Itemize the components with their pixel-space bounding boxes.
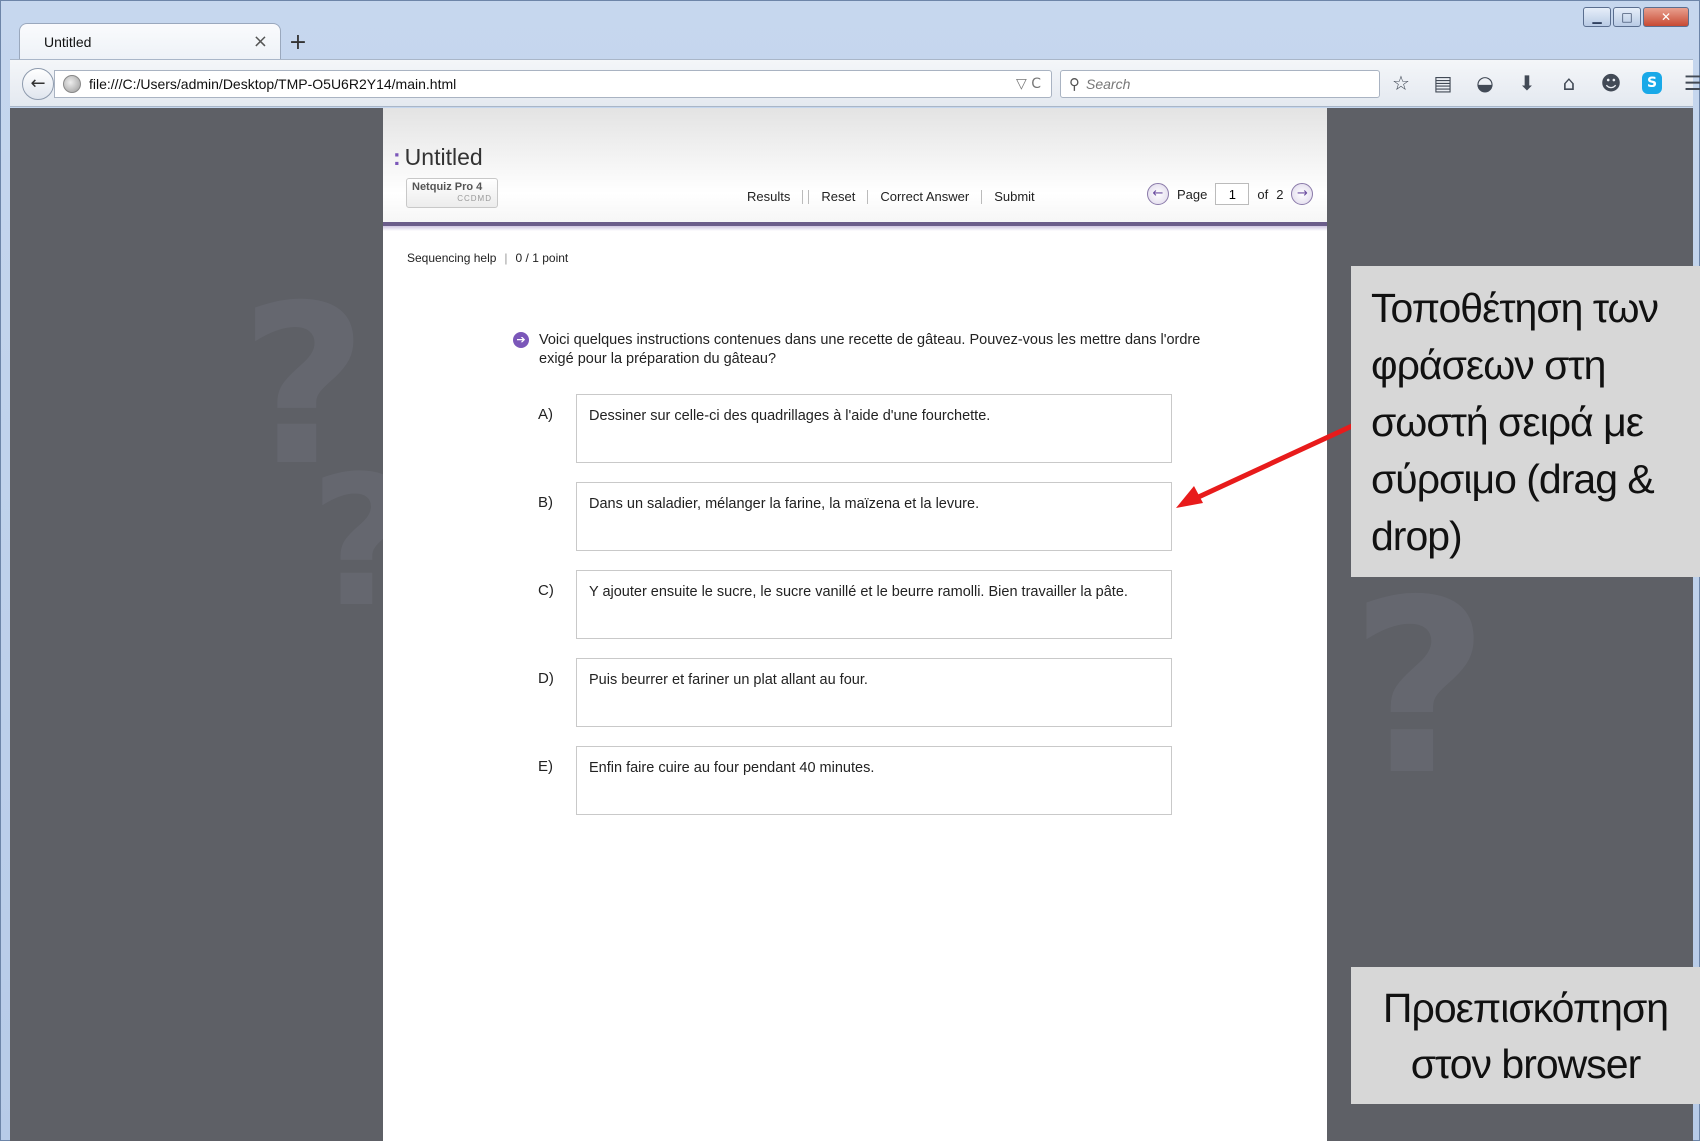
correct-answer-button[interactable]: Correct Answer bbox=[868, 189, 981, 204]
tab-title: Untitled bbox=[44, 33, 92, 50]
list-item: E) Enfin faire cuire au four pendant 40 … bbox=[538, 746, 1172, 815]
chat-icon[interactable]: ☻ bbox=[1600, 70, 1622, 96]
question-text: Voici quelques instructions contenues da… bbox=[539, 332, 1201, 367]
skype-icon[interactable]: S bbox=[1642, 72, 1662, 94]
page-label: Page bbox=[1177, 186, 1208, 202]
url-bar[interactable]: file:///C:/Users/admin/Desktop/TMP-O5U6R… bbox=[54, 70, 1052, 98]
page-total: 2 bbox=[1276, 186, 1284, 202]
sequencing-list: A) Dessiner sur celle-ci des quadrillage… bbox=[538, 394, 1172, 834]
pocket-icon[interactable]: ◒ bbox=[1474, 70, 1496, 96]
item-letter: E) bbox=[538, 758, 553, 775]
reading-list-icon[interactable]: ▤ bbox=[1432, 70, 1454, 96]
url-text[interactable]: file:///C:/Users/admin/Desktop/TMP-O5U6R… bbox=[89, 76, 1016, 92]
title-bullet-icon: : bbox=[393, 144, 401, 170]
tab-untitled[interactable]: Untitled × bbox=[19, 23, 281, 59]
globe-icon bbox=[63, 75, 81, 93]
search-icon: ⚲ bbox=[1069, 75, 1080, 93]
pagination: ← Page 1 of 2 → bbox=[1147, 183, 1314, 205]
window-controls: ▁ □ ✕ bbox=[1583, 7, 1689, 27]
reload-icon[interactable]: ▽ C bbox=[1016, 76, 1041, 92]
search-input[interactable]: ⚲ Search bbox=[1060, 70, 1380, 98]
divider: | bbox=[504, 251, 508, 265]
draggable-item[interactable]: Dans un saladier, mélanger la farine, la… bbox=[576, 482, 1172, 551]
preview-callout: Προεπισκόπηση στον browser bbox=[1351, 967, 1700, 1104]
download-icon[interactable]: ⬇ bbox=[1516, 70, 1538, 96]
list-item: B) Dans un saladier, mélanger la farine,… bbox=[538, 482, 1172, 551]
quiz-title: : Untitled bbox=[393, 144, 483, 171]
page-number-input[interactable]: 1 bbox=[1215, 183, 1250, 205]
question-mark-decoration-icon: ? bbox=[1350, 548, 1490, 828]
draggable-item[interactable]: Enfin faire cuire au four pendant 40 min… bbox=[576, 746, 1172, 815]
item-letter: B) bbox=[538, 494, 553, 511]
back-button[interactable]: ← bbox=[22, 68, 54, 100]
score-text: 0 / 1 point bbox=[515, 251, 569, 265]
toolbar-icons: ☆ ▤ ◒ ⬇ ⌂ ☻ S ☰ bbox=[1390, 70, 1700, 96]
drag-drop-callout: Τοποθέτηση των φράσεων στη σωστή σειρά μ… bbox=[1351, 266, 1700, 577]
draggable-item[interactable]: Dessiner sur celle-ci des quadrillages à… bbox=[576, 394, 1172, 463]
tab-strip: Untitled × + bbox=[19, 23, 315, 59]
next-page-icon[interactable]: → bbox=[1291, 183, 1314, 205]
navigation-toolbar: file:///C:/Users/admin/Desktop/TMP-O5U6R… bbox=[10, 59, 1700, 107]
draggable-item[interactable]: Y ajouter ensuite le sucre, le sucre van… bbox=[576, 570, 1172, 639]
list-item: D) Puis beurrer et fariner un plat allan… bbox=[538, 658, 1172, 727]
item-letter: A) bbox=[538, 406, 553, 423]
question-meta: Sequencing help | 0 / 1 point bbox=[407, 251, 568, 265]
item-letter: C) bbox=[538, 582, 554, 599]
quiz-actions: Results Reset Correct Answer Submit bbox=[735, 189, 1047, 204]
list-item: A) Dessiner sur celle-ci des quadrillage… bbox=[538, 394, 1172, 463]
results-button[interactable]: Results bbox=[735, 189, 802, 204]
home-icon[interactable]: ⌂ bbox=[1558, 70, 1580, 96]
reset-button[interactable]: Reset bbox=[809, 189, 867, 204]
logo-name: Netquiz Pro 4 bbox=[412, 181, 483, 193]
of-label: of bbox=[1257, 186, 1269, 202]
netquiz-logo: Netquiz Pro 4 CCDMD bbox=[406, 178, 498, 208]
new-tab-button[interactable]: + bbox=[281, 29, 315, 59]
question: ➔ Voici quelques instructions contenues … bbox=[513, 331, 1213, 369]
item-letter: D) bbox=[538, 670, 554, 687]
close-window-button[interactable]: ✕ bbox=[1643, 7, 1689, 27]
list-item: C) Y ajouter ensuite le sucre, le sucre … bbox=[538, 570, 1172, 639]
tab-close-icon[interactable]: × bbox=[253, 31, 268, 52]
draggable-item[interactable]: Puis beurrer et fariner un plat allant a… bbox=[576, 658, 1172, 727]
star-icon[interactable]: ☆ bbox=[1390, 70, 1412, 96]
quiz-page: : Untitled Netquiz Pro 4 CCDMD Results Re… bbox=[383, 108, 1327, 1141]
menu-icon[interactable]: ☰ bbox=[1682, 70, 1700, 96]
sequencing-help-link[interactable]: Sequencing help bbox=[407, 251, 496, 265]
minimize-button[interactable]: ▁ bbox=[1583, 7, 1611, 27]
divider bbox=[802, 189, 810, 204]
quiz-header: : Untitled Netquiz Pro 4 CCDMD Results Re… bbox=[383, 108, 1327, 231]
previous-page-icon[interactable]: ← bbox=[1147, 183, 1169, 205]
logo-sub: CCDMD bbox=[457, 194, 492, 203]
maximize-button[interactable]: □ bbox=[1613, 7, 1641, 27]
quiz-title-text: Untitled bbox=[404, 144, 483, 170]
arrow-right-icon: ➔ bbox=[513, 332, 529, 348]
submit-button[interactable]: Submit bbox=[982, 189, 1046, 204]
search-placeholder: Search bbox=[1086, 76, 1131, 92]
